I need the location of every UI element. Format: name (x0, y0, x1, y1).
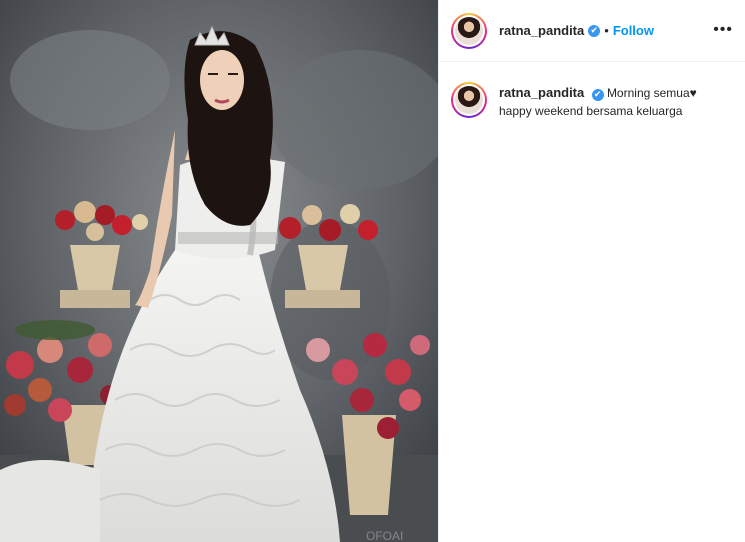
avatar[interactable] (451, 12, 487, 49)
post-side-panel: ratna_pandita ✔ • Follow ••• ratna_pandi… (438, 0, 745, 542)
caption-avatar-image (455, 86, 483, 114)
post-photo-illustration: OFOAI (0, 0, 438, 542)
verified-badge-icon: ✔ (588, 24, 601, 37)
avatar-inner (453, 14, 485, 47)
more-options-icon[interactable]: ••• (713, 22, 733, 38)
caption-line-2: happy weekend bersama keluarga (499, 104, 683, 118)
caption-avatar-inner (453, 84, 485, 116)
post-header: ratna_pandita ✔ • Follow ••• (439, 0, 745, 62)
caption-username[interactable]: ratna_pandita (499, 85, 584, 100)
post-photo[interactable]: OFOAI (0, 0, 438, 542)
header-username[interactable]: ratna_pandita (499, 23, 584, 38)
header-separator: • (604, 23, 609, 38)
avatar-image (455, 16, 483, 45)
photo-watermark: OFOAI (366, 529, 403, 542)
caption-line-1: ratna_pandita ✔ Morning semua♥ (499, 84, 697, 102)
caption-avatar[interactable] (451, 82, 487, 118)
caption-text: ratna_pandita ✔ Morning semua♥ happy wee… (499, 84, 697, 120)
caption-line-1-text: Morning semua♥ (606, 86, 697, 100)
caption-verified-badge-icon: ✔ (591, 88, 604, 101)
caption-row: ratna_pandita ✔ Morning semua♥ happy wee… (439, 62, 745, 120)
follow-button[interactable]: Follow (613, 23, 654, 38)
